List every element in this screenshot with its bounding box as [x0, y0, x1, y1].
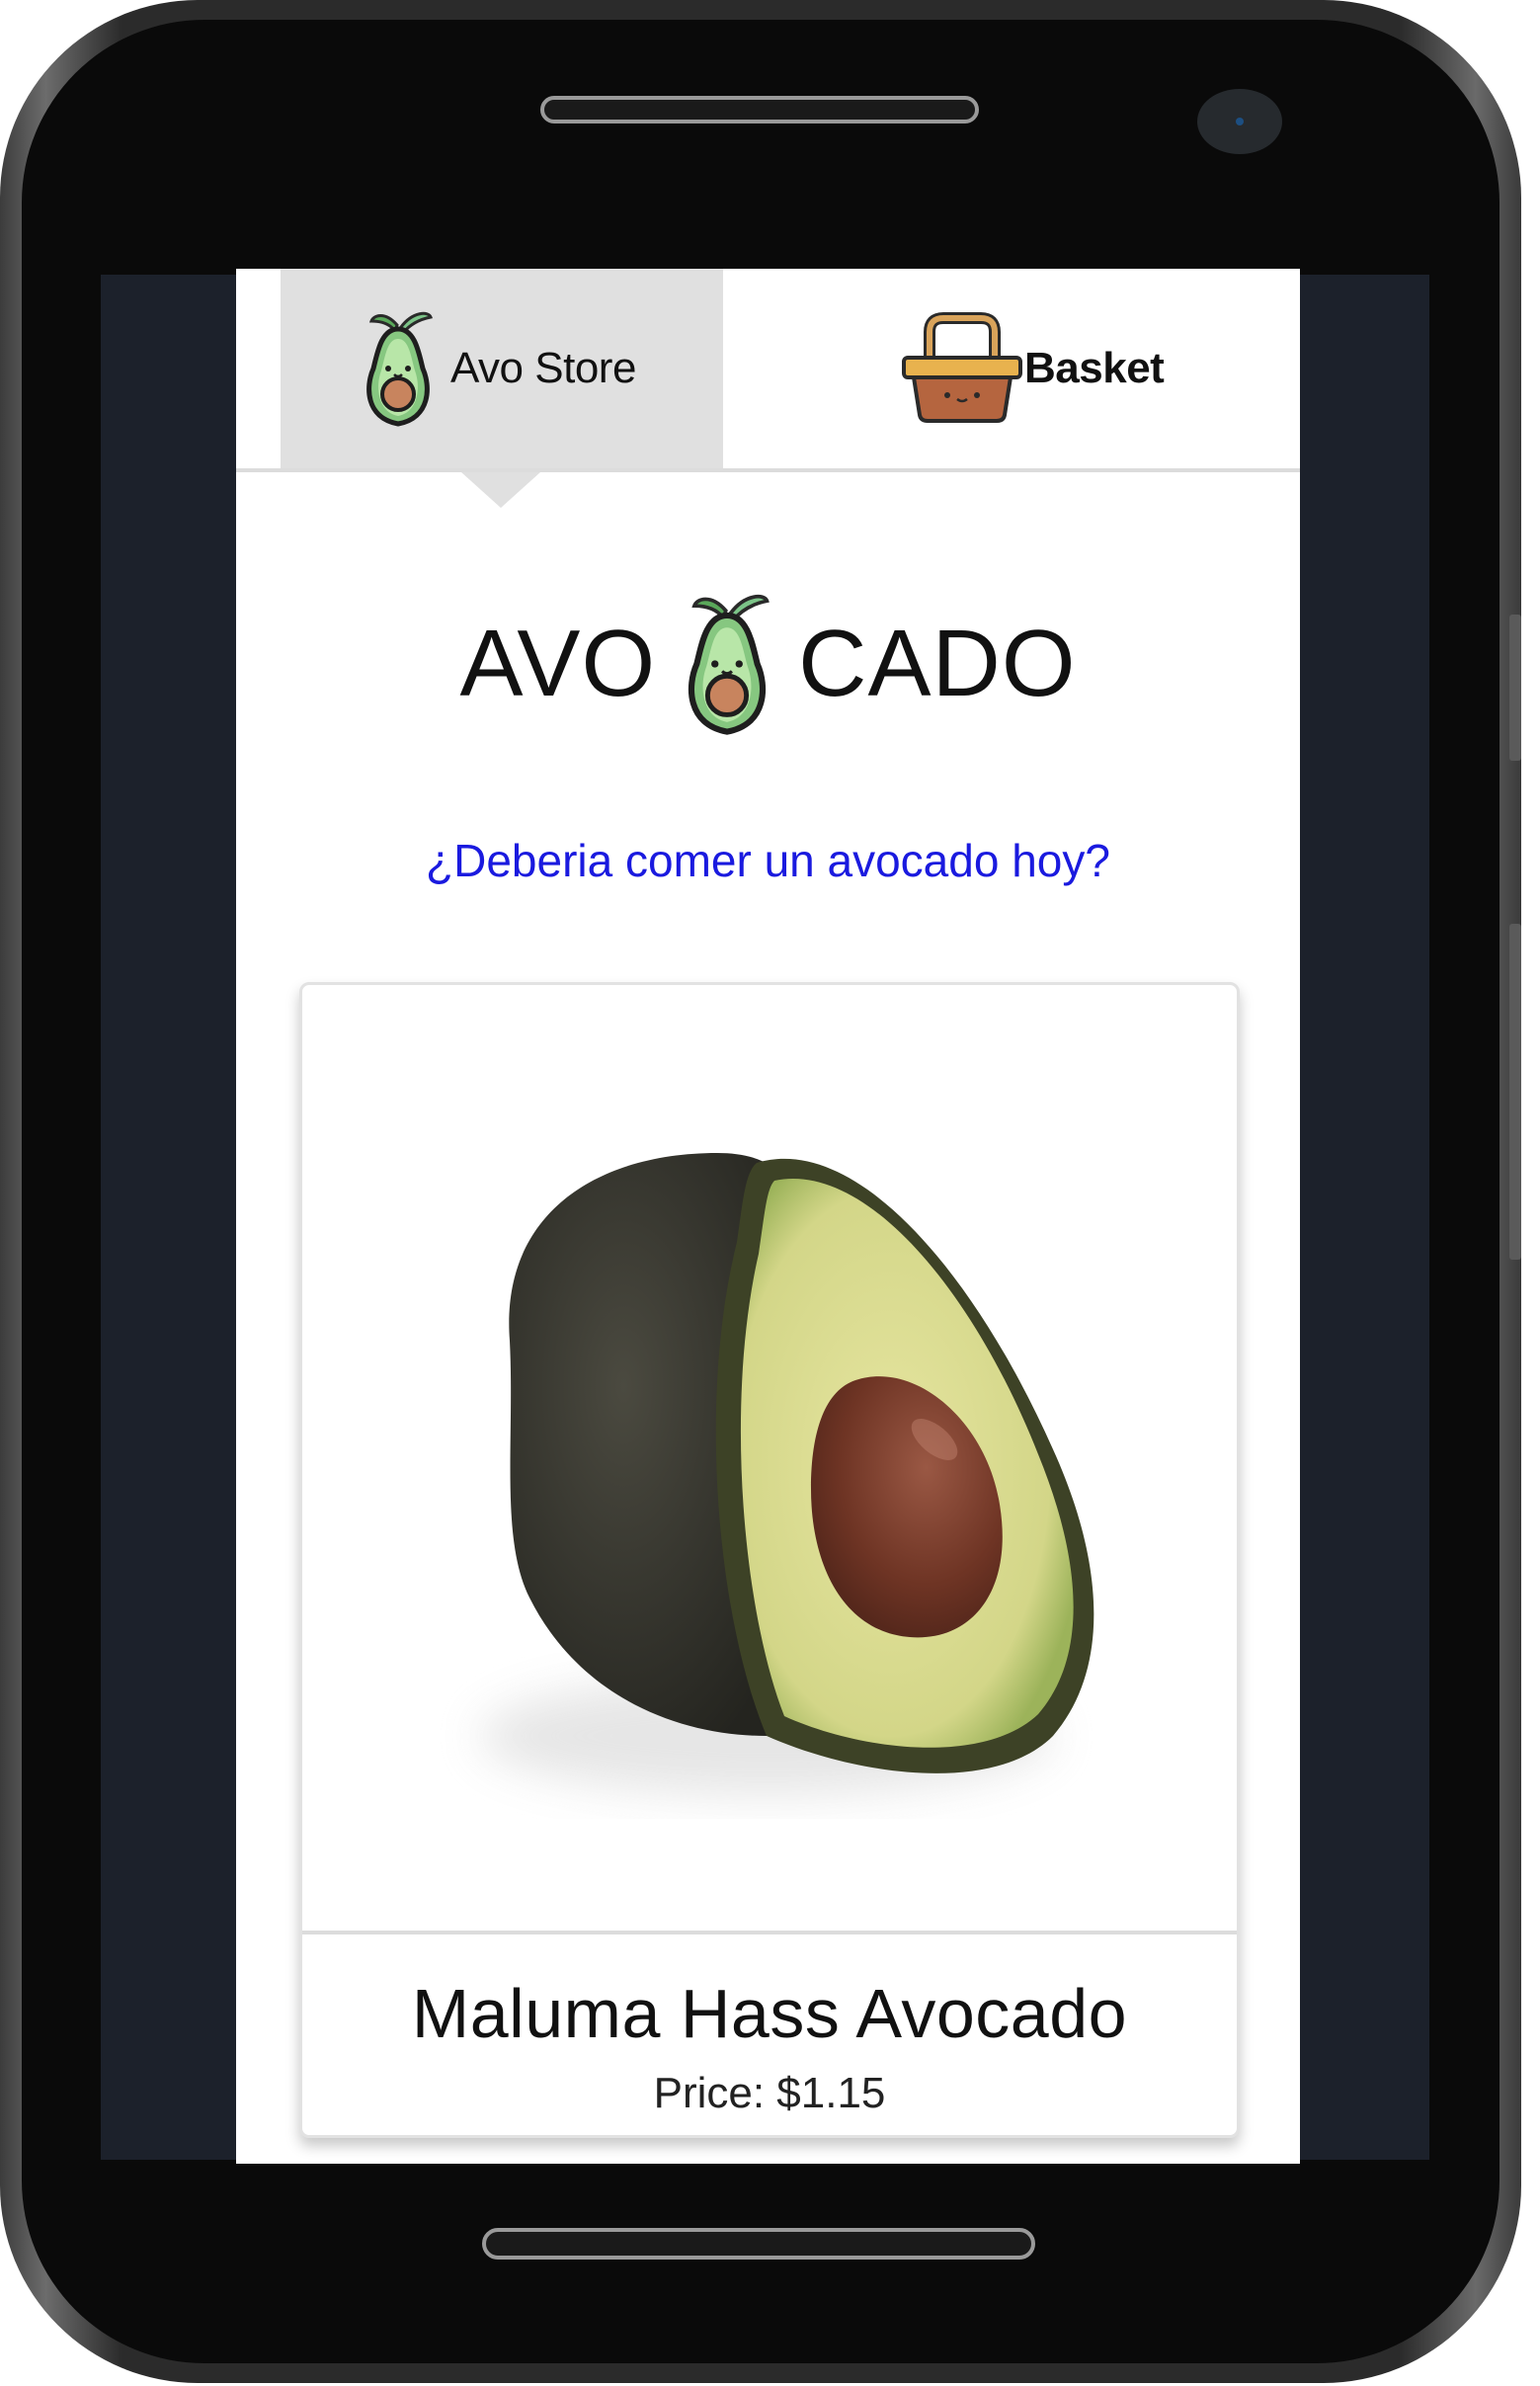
basket-icon [902, 312, 1022, 423]
tab-avo-store[interactable]: Avo Store [281, 269, 723, 468]
brand-word-left: AVO [459, 611, 657, 716]
avocado-prompt-link[interactable]: ¿Deberia comer un avocado hoy? [236, 834, 1300, 887]
top-navigation: Avo Store Basket [236, 269, 1300, 472]
home-bar [482, 2228, 1035, 2260]
power-button [1509, 615, 1521, 761]
tab-basket[interactable]: Basket [900, 269, 1256, 468]
avocado-icon [366, 311, 433, 427]
front-camera [1197, 89, 1282, 154]
volume-button [1509, 924, 1521, 1260]
earpiece-speaker [540, 96, 979, 123]
active-tab-pointer [461, 472, 540, 508]
product-card-body: Maluma Hass Avocado Price: $1.15 [302, 1931, 1237, 2135]
product-price: Price: $1.15 [653, 2069, 886, 2117]
brand-logo: AVO CADO [236, 585, 1300, 743]
product-card[interactable]: Maluma Hass Avocado Price: $1.15 [299, 982, 1240, 2138]
tab-avo-store-label: Avo Store [450, 344, 636, 392]
avocado-product-image [480, 1153, 1094, 1795]
app-viewport: Avo Store Basket AVO CADO ¿Deberia comer… [236, 269, 1300, 2164]
tab-basket-label: Basket [1024, 344, 1165, 392]
product-name: Maluma Hass Avocado [411, 1975, 1128, 2052]
brand-word-right: CADO [798, 611, 1077, 716]
avocado-icon [689, 594, 770, 735]
